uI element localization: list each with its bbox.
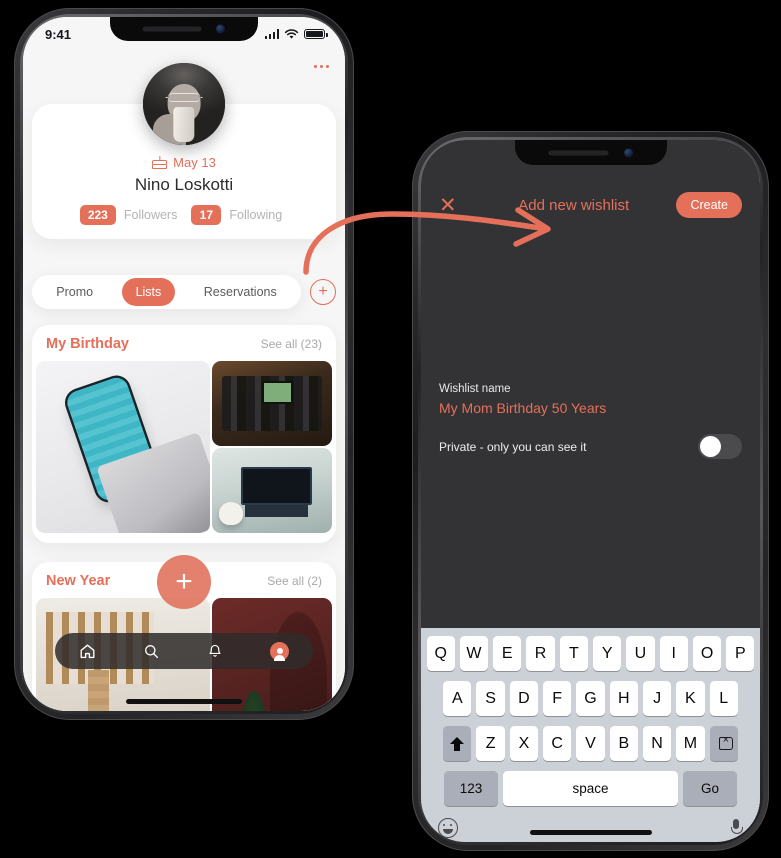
- bottom-nav-bar: [55, 633, 313, 669]
- birthday-row: May 13: [32, 155, 336, 170]
- see-all-link[interactable]: See all (23): [261, 337, 322, 351]
- home-indicator: [529, 830, 652, 835]
- tabs-row: Promo Lists Reservations +: [32, 275, 336, 309]
- keyboard-row-3: Z X C V B N M: [424, 726, 757, 761]
- key-s[interactable]: S: [476, 681, 505, 716]
- followers-count: 223: [79, 205, 116, 225]
- add-wishlist-fab[interactable]: +: [157, 555, 211, 609]
- photo-thumbnail[interactable]: [212, 361, 332, 446]
- modal-title: Add new wishlist: [518, 196, 630, 214]
- key-m[interactable]: M: [676, 726, 705, 761]
- key-r[interactable]: R: [526, 636, 555, 671]
- birthday-cake-icon: [152, 156, 168, 169]
- modal-header: ✕ Add new wishlist Create: [421, 190, 760, 220]
- front-camera-icon: [624, 148, 634, 157]
- key-l[interactable]: L: [709, 681, 738, 716]
- add-list-button[interactable]: +: [310, 279, 336, 305]
- status-time: 9:41: [45, 26, 72, 42]
- key-t[interactable]: T: [559, 636, 588, 671]
- key-o[interactable]: O: [692, 636, 722, 671]
- more-options-icon[interactable]: [314, 65, 329, 68]
- page-title: Nino Loskotti: [134, 175, 234, 194]
- key-p[interactable]: P: [726, 636, 755, 671]
- space-key[interactable]: space: [503, 771, 678, 806]
- key-g[interactable]: G: [576, 681, 605, 716]
- privacy-row: Private - only you can see it: [439, 434, 742, 459]
- profile-card: May 13 Nino Loskotti 223 Followers 17 Fo…: [32, 63, 336, 239]
- screenshot-stage: 9:41 May 13 Nino Loskotti 223 Followers …: [0, 0, 781, 858]
- emoji-icon[interactable]: [438, 818, 458, 838]
- key-k[interactable]: K: [676, 681, 705, 716]
- right-phone-mockup: ✕ Add new wishlist Create Wishlist name …: [412, 131, 769, 851]
- photo-thumbnail[interactable]: [36, 361, 210, 533]
- wifi-icon: [284, 28, 299, 39]
- followers-label[interactable]: Followers: [124, 208, 178, 222]
- key-v[interactable]: V: [576, 726, 605, 761]
- create-button[interactable]: Create: [676, 192, 742, 218]
- photo-thumbnail[interactable]: [212, 448, 332, 533]
- home-icon[interactable]: [79, 643, 96, 660]
- front-camera-icon: [216, 24, 226, 34]
- left-phone-screen: 9:41 May 13 Nino Loskotti 223 Followers …: [23, 17, 345, 711]
- card-header: My Birthday See all (23): [32, 325, 336, 361]
- avatar[interactable]: [143, 63, 225, 145]
- privacy-label: Private - only you can see it: [439, 439, 587, 454]
- cellular-bars-icon: [264, 29, 279, 39]
- notch: [110, 17, 258, 41]
- onscreen-keyboard: Q W E R T Y U I O P A S D F G H J K L Z …: [421, 628, 760, 842]
- key-q[interactable]: Q: [426, 636, 455, 671]
- key-i[interactable]: I: [659, 636, 688, 671]
- birthday-date: May 13: [173, 155, 216, 170]
- profile-icon[interactable]: [270, 641, 290, 661]
- right-phone-screen: ✕ Add new wishlist Create Wishlist name …: [421, 140, 760, 842]
- speaker-icon: [142, 26, 202, 32]
- key-w[interactable]: W: [459, 636, 489, 671]
- key-h[interactable]: H: [609, 681, 638, 716]
- key-x[interactable]: X: [509, 726, 539, 761]
- card-title: New Year: [46, 573, 111, 589]
- backspace-icon[interactable]: [709, 726, 738, 761]
- tab-reservations[interactable]: Reservations: [190, 278, 291, 306]
- list-card-my-birthday[interactable]: My Birthday See all (23): [32, 325, 336, 543]
- key-a[interactable]: A: [443, 681, 472, 716]
- tab-promo[interactable]: Promo: [42, 278, 107, 306]
- home-indicator: [126, 699, 242, 704]
- following-count: 17: [191, 205, 222, 225]
- key-c[interactable]: C: [543, 726, 572, 761]
- microphone-icon[interactable]: [729, 818, 743, 838]
- speaker-icon: [547, 150, 609, 155]
- close-icon[interactable]: ✕: [439, 195, 465, 216]
- left-phone-mockup: 9:41 May 13 Nino Loskotti 223 Followers …: [14, 8, 354, 720]
- key-j[interactable]: J: [642, 681, 672, 716]
- wishlist-name-label: Wishlist name: [439, 383, 511, 395]
- see-all-link[interactable]: See all (2): [267, 574, 322, 588]
- key-u[interactable]: U: [626, 636, 655, 671]
- segmented-tabs: Promo Lists Reservations: [32, 275, 301, 309]
- go-key[interactable]: Go: [683, 771, 737, 806]
- key-f[interactable]: F: [543, 681, 572, 716]
- key-b[interactable]: B: [609, 726, 638, 761]
- key-z[interactable]: Z: [476, 726, 505, 761]
- key-n[interactable]: N: [642, 726, 672, 761]
- privacy-toggle[interactable]: [698, 434, 742, 459]
- numbers-key[interactable]: 123: [444, 771, 498, 806]
- key-y[interactable]: Y: [593, 636, 622, 671]
- keyboard-row-1: Q W E R T Y U I O P: [424, 636, 757, 671]
- key-e[interactable]: E: [493, 636, 522, 671]
- search-icon[interactable]: [143, 643, 160, 660]
- battery-full-icon: [304, 29, 328, 39]
- card-title: My Birthday: [46, 336, 129, 352]
- photo-grid: [32, 361, 336, 537]
- following-label[interactable]: Following: [229, 208, 282, 222]
- shift-icon[interactable]: [443, 726, 472, 761]
- bell-icon[interactable]: [207, 643, 223, 660]
- tab-lists[interactable]: Lists: [121, 278, 176, 306]
- notch: [514, 140, 667, 165]
- keyboard-row-4: 123 space Go: [424, 771, 757, 806]
- profile-stats: 223 Followers 17 Following: [32, 205, 336, 225]
- wishlist-name-input[interactable]: My Mom Birthday 50 Years: [439, 400, 606, 416]
- key-d[interactable]: D: [509, 681, 539, 716]
- keyboard-row-2: A S D F G H J K L: [424, 681, 757, 716]
